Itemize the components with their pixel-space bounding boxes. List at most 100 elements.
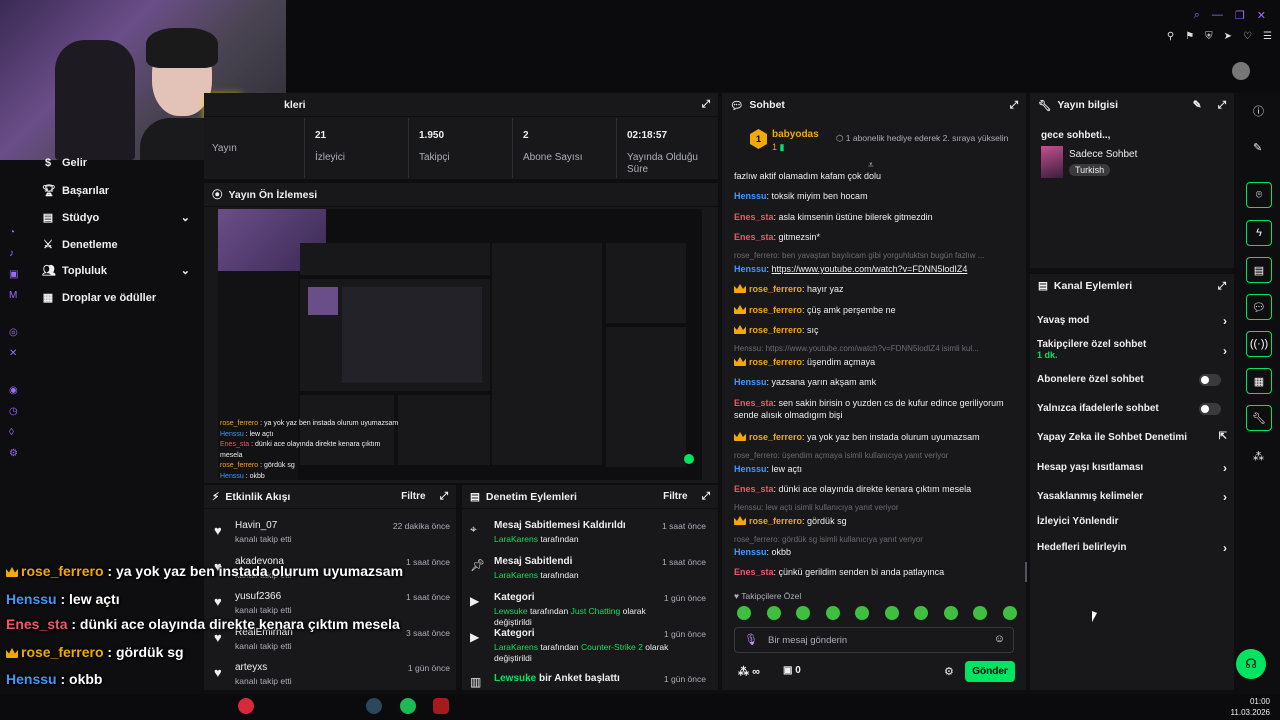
stream-preview-video[interactable]: rose_ferrero : ya yok yaz ben instada ol… (218, 209, 702, 480)
support-button[interactable]: ☊ (1236, 649, 1266, 679)
clip-button[interactable]: ⌾ (1246, 182, 1272, 208)
send-icon[interactable]: ➤ (1224, 31, 1232, 42)
sidebar-item-denetleme[interactable]: ⚔ Denetleme (42, 238, 118, 252)
emote-button[interactable] (825, 606, 840, 620)
flag-icon[interactable]: ⚑ (1185, 31, 1194, 42)
ai-moderation-row[interactable]: Yapay Zeka ile Sohbet Denetimi ⇱ (1037, 431, 1227, 443)
globe-icon[interactable]: ◎ (9, 327, 18, 338)
chat-username[interactable]: rose_ferrero (749, 432, 802, 442)
follower-name[interactable]: arteyxs (235, 662, 267, 673)
close-icon[interactable]: ✕ (1257, 9, 1266, 22)
slow-mode-row[interactable]: Yavaş mod › (1037, 314, 1227, 328)
emote-button[interactable] (884, 606, 899, 620)
steam-taskbar-icon[interactable] (366, 698, 382, 714)
send-button[interactable]: Gönder (965, 661, 1015, 682)
sidebar-item-droplar[interactable]: ▦ Droplar ve ödüller (42, 291, 156, 305)
pencil-icon[interactable]: ✎ (1253, 141, 1262, 154)
shield-icon[interactable]: ⛨ (1205, 31, 1213, 42)
popout-icon[interactable]: ⤢ (1010, 99, 1018, 112)
chat-username[interactable]: rose_ferrero (749, 284, 802, 294)
menu-icon[interactable]: ☰ (1263, 31, 1272, 42)
chat-username[interactable]: rose_ferrero (749, 325, 802, 335)
store-button[interactable]: ▦ (1246, 368, 1272, 394)
pinned-gift-banner[interactable]: 1 babyodas 1 ▮ ⬡ 1 abonelik hediye edere… (750, 127, 1020, 155)
emote-button[interactable] (973, 606, 987, 620)
emote-button[interactable] (1002, 606, 1017, 620)
pin-icon[interactable]: ⚲ (1167, 31, 1174, 42)
dots-icon[interactable]: ⁂ (1253, 450, 1264, 463)
chat-button[interactable]: 💬︎ (1246, 294, 1272, 320)
sidebar-item-topluluk[interactable]: 👥︎ Topluluk ⌄ (42, 264, 190, 278)
emote-only-toggle[interactable] (1199, 403, 1221, 415)
chat-settings-icon[interactable]: ⚙ (944, 665, 954, 678)
chat-username[interactable]: Enes_sta (734, 484, 774, 494)
mod-user[interactable]: Lewsuke (494, 673, 536, 684)
sidebar-item-gelir[interactable]: $ Gelir (42, 157, 87, 169)
points-indicator[interactable]: ⁂ ∞ (738, 665, 760, 678)
chat-username[interactable]: Enes_sta (734, 398, 774, 408)
chat-username[interactable]: Enes_sta (734, 567, 774, 577)
chat-username[interactable]: rose_ferrero (749, 516, 802, 526)
follower-name[interactable]: yusuf2366 (235, 591, 281, 602)
chat-username[interactable]: rose_ferrero (749, 305, 802, 315)
mod-user[interactable]: LaraKarens (494, 642, 538, 652)
popout-icon[interactable]: ⤢ (702, 490, 710, 503)
activity-filter-button[interactable]: Filtre (401, 491, 425, 502)
tiktok-icon[interactable]: ♪ (9, 248, 18, 259)
sidebar-item-studyo[interactable]: ▤ Stüdyo ⌄ (42, 211, 190, 225)
bolt-button[interactable]: ϟ (1246, 220, 1272, 246)
banned-words-row[interactable]: Yasaklanmış kelimeler › (1037, 490, 1227, 504)
mic-icon[interactable]: 🎙︎ (744, 633, 758, 646)
settings-icon[interactable]: ⚙ (9, 448, 18, 459)
chat-username[interactable]: rose_ferrero (749, 357, 802, 367)
popout-icon[interactable]: ⤢ (440, 490, 448, 503)
mod-category[interactable]: Just Chatting (571, 606, 621, 616)
popout-icon[interactable]: ⤢ (702, 98, 710, 111)
browser-taskbar-icon[interactable] (238, 698, 254, 714)
instagram-icon[interactable]: ▣ (9, 269, 18, 280)
clock-icon[interactable]: ◷ (9, 406, 18, 417)
chat-username[interactable]: Henssu (734, 264, 767, 274)
chat-scrollbar[interactable] (1025, 562, 1027, 582)
emote-button[interactable] (796, 606, 810, 620)
mail-icon[interactable]: M (9, 290, 18, 301)
chat-username[interactable]: Henssu (734, 547, 767, 557)
edit-icon[interactable]: ✎ (1193, 99, 1202, 111)
follower-name[interactable]: Havin_07 (235, 520, 277, 531)
pinned-username[interactable]: babyodas (772, 129, 819, 140)
broadcast-button[interactable]: ((·)) (1246, 331, 1272, 357)
notes-button[interactable]: ▤ (1246, 257, 1272, 283)
emoji-icon[interactable]: ☺ (994, 633, 1005, 645)
heart-icon[interactable]: ♡ (1243, 31, 1252, 42)
popout-icon[interactable]: ⤢ (1218, 280, 1226, 293)
emote-button[interactable] (766, 606, 781, 620)
raid-row[interactable]: İzleyici Yönlendir (1037, 516, 1227, 527)
popout-icon[interactable]: ⤢ (1218, 99, 1226, 112)
mod-category[interactable]: Counter-Strike 2 (581, 642, 643, 652)
emote-button[interactable] (737, 606, 751, 620)
emote-button[interactable] (914, 606, 928, 620)
restore-icon[interactable]: ❐ (1235, 9, 1245, 22)
chat-username[interactable]: Enes_sta (734, 232, 774, 242)
emote-button[interactable] (943, 606, 958, 620)
emote-button[interactable] (855, 606, 869, 620)
chat-username[interactable]: Enes_sta (734, 212, 774, 222)
opera-taskbar-icon[interactable] (433, 698, 449, 714)
search-icon[interactable]: ⌕ (1194, 9, 1200, 22)
info-icon[interactable]: ⓘ (1253, 103, 1264, 119)
mod-user[interactable]: LaraKarens (494, 570, 538, 580)
mod-user[interactable]: Lewsuke (494, 606, 528, 616)
play-icon[interactable]: ◉ (9, 385, 18, 396)
discord-icon[interactable]: ◔ (9, 227, 18, 238)
chat-link[interactable]: https://www.youtube.com/watch?v=FDNN5lod… (772, 264, 968, 274)
chat-input[interactable]: 🎙︎ Bir mesaj gönderin ☺ (734, 627, 1014, 653)
chat-username[interactable]: Henssu (734, 191, 767, 201)
sidebar-item-basarilar[interactable]: 🏆︎ Başarılar (42, 184, 109, 198)
minimize-icon[interactable]: — (1212, 9, 1223, 22)
moderation-filter-button[interactable]: Filtre (663, 491, 687, 502)
account-age-row[interactable]: Hesap yaşı kısıtlaması › (1037, 461, 1227, 475)
stream-category[interactable]: Sadece Sohbet (1069, 149, 1137, 160)
followers-only-row[interactable]: Takipçilere özel sohbet 1 dk. › (1037, 339, 1227, 360)
spotify-taskbar-icon[interactable] (400, 698, 416, 714)
tools-button[interactable]: 🔧︎ (1246, 405, 1272, 431)
